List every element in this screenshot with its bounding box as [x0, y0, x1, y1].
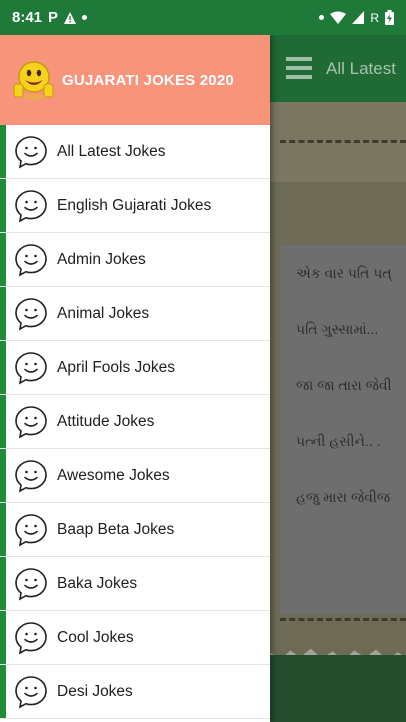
- joke-line: પત્ની હસીને.. .: [296, 433, 381, 449]
- dot-icon: [82, 15, 88, 20]
- smiley-bubble-icon: [15, 297, 47, 330]
- p-notification-icon: P: [48, 9, 59, 26]
- joke-card[interactable]: એક વાર પતિ પત્ પતિ ગુસ્સામાં... જા જા તા…: [280, 245, 406, 615]
- drawer-header: GUJARATI JOKES 2020: [0, 35, 270, 125]
- menu-item-label: Desi Jokes: [57, 682, 133, 700]
- menu-item-label: Baka Jokes: [57, 574, 138, 592]
- status-time: 8:41: [12, 9, 43, 26]
- menu-item-label: Baap Beta Jokes: [57, 520, 175, 538]
- navigation-drawer: GUJARATI JOKES 2020 All Latest Jokes Eng…: [0, 35, 270, 722]
- status-bar: 8:41 P R: [0, 0, 406, 35]
- menu-item-cool-jokes[interactable]: Cool Jokes: [0, 611, 270, 665]
- drawer-menu-list: All Latest Jokes English Gujarati Jokes …: [0, 125, 270, 719]
- toolbar-title: All Latest: [326, 59, 396, 78]
- drawer-title: GUJARATI JOKES 2020: [62, 71, 234, 89]
- smiley-bubble-icon: [15, 459, 47, 492]
- menu-item-admin-jokes[interactable]: Admin Jokes: [0, 233, 270, 287]
- smiley-bubble-icon: [15, 513, 47, 546]
- menu-item-label: Cool Jokes: [57, 628, 134, 646]
- smiley-bubble-icon: [15, 405, 47, 438]
- joke-line: જા જા તારા જેવી: [296, 377, 392, 393]
- menu-item-label: Attitude Jokes: [57, 412, 155, 430]
- menu-item-all-latest-jokes[interactable]: All Latest Jokes: [0, 125, 270, 179]
- menu-item-attitude-jokes[interactable]: Attitude Jokes: [0, 395, 270, 449]
- joke-line: એક વાર પતિ પત્: [296, 265, 392, 281]
- wifi-icon: [330, 11, 347, 24]
- menu-item-awesome-jokes[interactable]: Awesome Jokes: [0, 449, 270, 503]
- menu-item-label: All Latest Jokes: [57, 142, 166, 160]
- menu-item-baka-jokes[interactable]: Baka Jokes: [0, 557, 270, 611]
- menu-item-label: Animal Jokes: [57, 304, 150, 322]
- warning-icon: [64, 11, 77, 24]
- menu-item-animal-jokes[interactable]: Animal Jokes: [0, 287, 270, 341]
- smiley-bubble-icon: [15, 189, 47, 222]
- joke-line: પતિ ગુસ્સામાં...: [296, 321, 379, 337]
- menu-item-label: Awesome Jokes: [57, 466, 170, 484]
- dot-icon: [319, 15, 325, 20]
- smiley-bubble-icon: [15, 243, 47, 276]
- signal-icon: [352, 11, 365, 24]
- menu-item-baap-beta-jokes[interactable]: Baap Beta Jokes: [0, 503, 270, 557]
- smiley-bubble-icon: [15, 621, 47, 654]
- smiley-bubble-icon: [15, 135, 47, 168]
- menu-item-label: April Fools Jokes: [57, 358, 176, 376]
- smiley-bubble-icon: [15, 351, 47, 384]
- smiley-bubble-icon: [15, 675, 47, 708]
- joke-line: હજુ મારા જેવીજ: [296, 489, 391, 505]
- menu-item-label: Admin Jokes: [57, 250, 146, 268]
- menu-item-label: English Gujarati Jokes: [57, 196, 212, 214]
- smiley-bubble-icon: [15, 567, 47, 600]
- battery-charging-icon: [385, 10, 394, 25]
- menu-item-april-fools-jokes[interactable]: April Fools Jokes: [0, 341, 270, 395]
- list-menu-icon[interactable]: [286, 57, 312, 79]
- menu-item-english-gujarati-jokes[interactable]: English Gujarati Jokes: [0, 179, 270, 233]
- menu-item-desi-jokes[interactable]: Desi Jokes: [0, 665, 270, 719]
- r-roaming-text: R: [370, 10, 379, 25]
- thumbs-up-smiley-icon: [13, 61, 54, 100]
